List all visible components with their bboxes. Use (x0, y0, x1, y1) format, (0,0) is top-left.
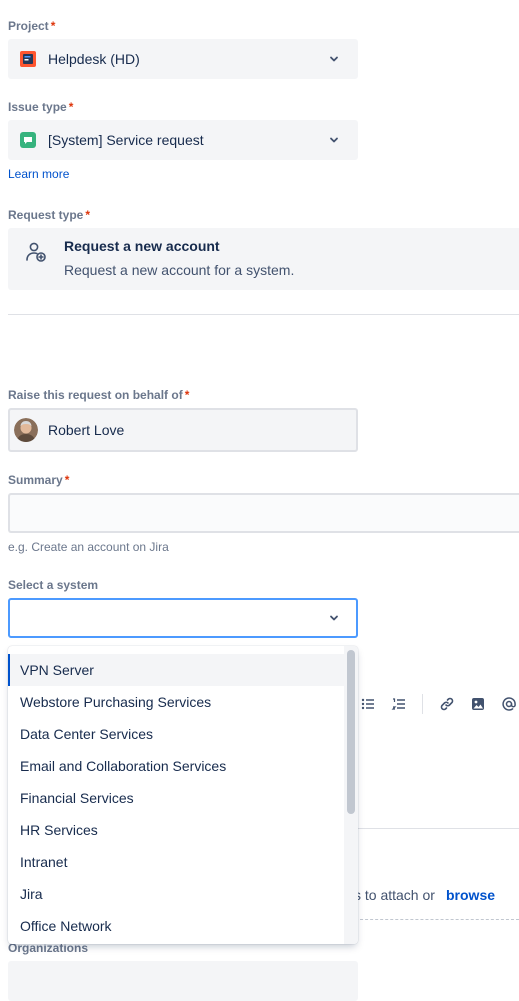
system-dropdown-menu: VPN Server Webstore Purchasing Services … (8, 646, 358, 944)
avatar (14, 418, 38, 442)
service-request-icon (20, 132, 36, 148)
required-mark: * (184, 388, 190, 402)
mention-icon[interactable] (500, 694, 519, 714)
system-options-list: VPN Server Webstore Purchasing Services … (8, 646, 344, 942)
system-option[interactable]: HR Services (8, 814, 344, 846)
bullet-list-icon[interactable] (358, 694, 377, 714)
editor-bottom-border (350, 828, 519, 829)
toolbar-separator (422, 694, 424, 714)
system-option[interactable]: Data Center Services (8, 718, 344, 750)
chevron-down-icon (322, 606, 346, 630)
issue-type-label-text: Issue type (8, 100, 67, 114)
system-select[interactable] (8, 598, 358, 638)
attachment-text: s to attach or (354, 887, 435, 903)
user-add-icon (24, 240, 48, 264)
required-mark: * (68, 100, 74, 114)
summary-label-text: Summary (8, 473, 63, 487)
system-option[interactable]: Email and Collaboration Services (8, 750, 344, 782)
helpdesk-project-icon (20, 51, 36, 67)
link-icon[interactable] (437, 694, 456, 714)
system-option[interactable]: Financial Services (8, 782, 344, 814)
system-option[interactable]: Webstore Purchasing Services (8, 686, 344, 718)
learn-more-link[interactable]: Learn more (8, 167, 69, 181)
editor-toolbar (350, 690, 519, 718)
request-type-card[interactable]: Request a new account Request a new acco… (8, 228, 519, 290)
summary-hint: e.g. Create an account on Jira (8, 540, 169, 554)
issue-type-value: [System] Service request (48, 132, 204, 148)
summary-label: Summary * (8, 473, 69, 487)
image-icon[interactable] (469, 694, 488, 714)
required-mark: * (50, 19, 56, 33)
on-behalf-label: Raise this request on behalf of * (8, 388, 189, 402)
system-option[interactable]: Intranet (8, 846, 344, 878)
request-type-description: Request a new account for a system. (64, 262, 295, 278)
system-option[interactable]: VPN Server (8, 654, 344, 686)
dropdown-scrollbar-thumb[interactable] (347, 650, 355, 814)
project-label-text: Project (8, 19, 49, 33)
system-option[interactable]: Jira (8, 878, 344, 910)
required-mark: * (64, 473, 70, 487)
request-type-title: Request a new account (64, 238, 220, 254)
project-label: Project * (8, 19, 55, 33)
on-behalf-select[interactable]: Robert Love (8, 408, 358, 452)
request-type-label: Request type * (8, 208, 90, 222)
organizations-select[interactable] (8, 961, 358, 1001)
issue-type-label: Issue type * (8, 100, 73, 114)
project-value: Helpdesk (HD) (48, 51, 140, 67)
numbered-list-icon[interactable] (389, 694, 408, 714)
required-mark: * (85, 208, 91, 222)
dropdown-scrollbar[interactable] (344, 646, 358, 944)
section-divider (8, 314, 519, 315)
on-behalf-label-text: Raise this request on behalf of (8, 388, 183, 402)
attachment-dropzone[interactable]: s to attach or browse (350, 870, 519, 920)
project-select[interactable]: Helpdesk (HD) (8, 39, 358, 79)
on-behalf-value: Robert Love (48, 422, 125, 438)
chevron-down-icon (322, 128, 346, 152)
system-label: Select a system (8, 578, 99, 592)
system-option[interactable]: Office Network (8, 910, 344, 942)
chevron-down-icon (322, 47, 346, 71)
issue-type-select[interactable]: [System] Service request (8, 120, 358, 160)
browse-link[interactable]: browse (446, 887, 495, 903)
summary-input[interactable] (8, 493, 519, 533)
request-type-label-text: Request type (8, 208, 84, 222)
